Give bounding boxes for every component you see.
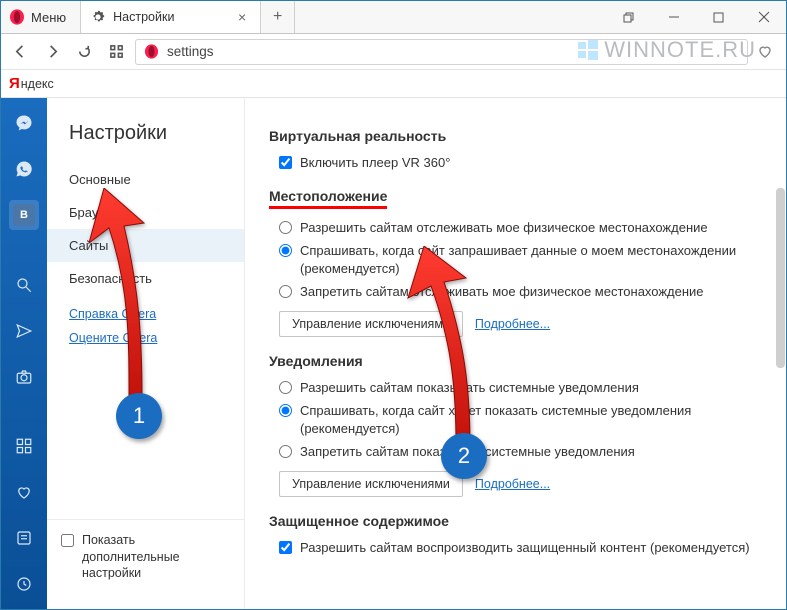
protected-enable-checkbox[interactable]: Разрешить сайтам воспроизводить защищенн… bbox=[279, 539, 762, 557]
camera-icon[interactable] bbox=[9, 362, 39, 392]
quick-search-row[interactable]: Яндекс bbox=[1, 70, 786, 98]
sidebar-help-links: Справка Opera Оцените Opera bbox=[47, 295, 244, 357]
bookmark-button[interactable] bbox=[754, 41, 776, 63]
main-area: B Настройки Основные Браузер Сайты Безоп… bbox=[1, 98, 786, 609]
sidebar-item-sites[interactable]: Сайты bbox=[47, 229, 244, 262]
new-tab-button[interactable]: + bbox=[261, 1, 295, 33]
section-protected-title: Защищенное содержимое bbox=[269, 513, 762, 529]
messenger-icon[interactable] bbox=[9, 108, 39, 138]
tab-label: Настройки bbox=[113, 10, 174, 24]
send-icon[interactable] bbox=[9, 316, 39, 346]
address-input[interactable] bbox=[167, 44, 739, 59]
location-exceptions-button[interactable]: Управление исключениями bbox=[279, 311, 463, 337]
protected-enable-label: Разрешить сайтам воспроизводить защищенн… bbox=[300, 539, 750, 557]
opera-icon bbox=[9, 9, 25, 25]
titlebar: Меню Настройки × + bbox=[1, 1, 786, 34]
window-controls bbox=[606, 1, 786, 33]
location-opt-ask[interactable]: Спрашивать, когда сайт запрашивает данны… bbox=[279, 242, 762, 277]
tab-settings[interactable]: Настройки × bbox=[81, 1, 261, 33]
help-link[interactable]: Справка Opera bbox=[69, 307, 222, 321]
vr-enable-checkbox[interactable]: Включить плеер VR 360° bbox=[279, 154, 762, 172]
heart-icon[interactable] bbox=[9, 477, 39, 507]
left-rail: B bbox=[1, 98, 47, 609]
vr-enable-input[interactable] bbox=[279, 156, 292, 169]
sidebar-item-security[interactable]: Безопасность bbox=[47, 262, 244, 295]
speed-dial-icon[interactable] bbox=[9, 431, 39, 461]
back-button[interactable] bbox=[7, 39, 33, 65]
show-advanced-input[interactable] bbox=[61, 534, 74, 547]
notif-opt-deny[interactable]: Запретить сайтам показывать системные ув… bbox=[279, 443, 762, 461]
nav-row: WINNOTE.RU bbox=[1, 34, 786, 70]
minimize-button[interactable] bbox=[651, 1, 696, 33]
menu-label: Меню bbox=[31, 10, 66, 25]
pop-out-icon[interactable] bbox=[606, 1, 651, 33]
sidebar-item-browser[interactable]: Браузер bbox=[47, 196, 244, 229]
opera-icon bbox=[144, 44, 159, 59]
notif-opt-allow[interactable]: Разрешить сайтам показывать системные ув… bbox=[279, 379, 762, 397]
location-opt-deny[interactable]: Запретить сайтам отслеживать мое физичес… bbox=[279, 283, 762, 301]
section-vr-title: Виртуальная реальность bbox=[269, 128, 762, 144]
notif-opt-ask[interactable]: Спрашивать, когда сайт хочет показать си… bbox=[279, 402, 762, 437]
notif-exceptions-button[interactable]: Управление исключениями bbox=[279, 471, 463, 497]
gear-icon bbox=[91, 10, 105, 24]
maximize-button[interactable] bbox=[696, 1, 741, 33]
forward-button[interactable] bbox=[39, 39, 65, 65]
scrollbar-thumb[interactable] bbox=[776, 188, 785, 368]
vk-icon[interactable]: B bbox=[9, 200, 39, 230]
settings-sidebar: Настройки Основные Браузер Сайты Безопас… bbox=[47, 98, 245, 609]
search-icon[interactable] bbox=[9, 270, 39, 300]
news-icon[interactable] bbox=[9, 523, 39, 553]
close-window-button[interactable] bbox=[741, 1, 786, 33]
history-icon[interactable] bbox=[9, 569, 39, 599]
yandex-icon: Я bbox=[9, 75, 20, 92]
settings-content: Виртуальная реальность Включить плеер VR… bbox=[245, 98, 786, 609]
section-notifications-title: Уведомления bbox=[269, 353, 762, 369]
notif-more-link[interactable]: Подробнее... bbox=[475, 477, 550, 491]
address-bar[interactable] bbox=[135, 39, 748, 65]
vr-enable-label: Включить плеер VR 360° bbox=[300, 154, 450, 172]
show-advanced-label: Показать дополнительные настройки bbox=[82, 532, 230, 581]
sidebar-item-basic[interactable]: Основные bbox=[47, 163, 244, 196]
protected-enable-input[interactable] bbox=[279, 541, 292, 554]
close-icon[interactable]: × bbox=[234, 9, 250, 25]
speed-dial-button[interactable] bbox=[103, 39, 129, 65]
location-more-link[interactable]: Подробнее... bbox=[475, 317, 550, 331]
rate-link[interactable]: Оцените Opera bbox=[69, 331, 222, 345]
yandex-label: ндекс bbox=[21, 77, 54, 91]
section-location-title: Местоположение bbox=[269, 188, 387, 209]
browser-window: Меню Настройки × + WINNOTE.RU bbox=[0, 0, 787, 610]
reload-button[interactable] bbox=[71, 39, 97, 65]
menu-button[interactable]: Меню bbox=[1, 1, 81, 33]
show-advanced-checkbox[interactable]: Показать дополнительные настройки bbox=[61, 532, 230, 581]
location-opt-allow[interactable]: Разрешить сайтам отслеживать мое физичес… bbox=[279, 219, 762, 237]
whatsapp-icon[interactable] bbox=[9, 154, 39, 184]
page-title: Настройки bbox=[47, 122, 244, 163]
